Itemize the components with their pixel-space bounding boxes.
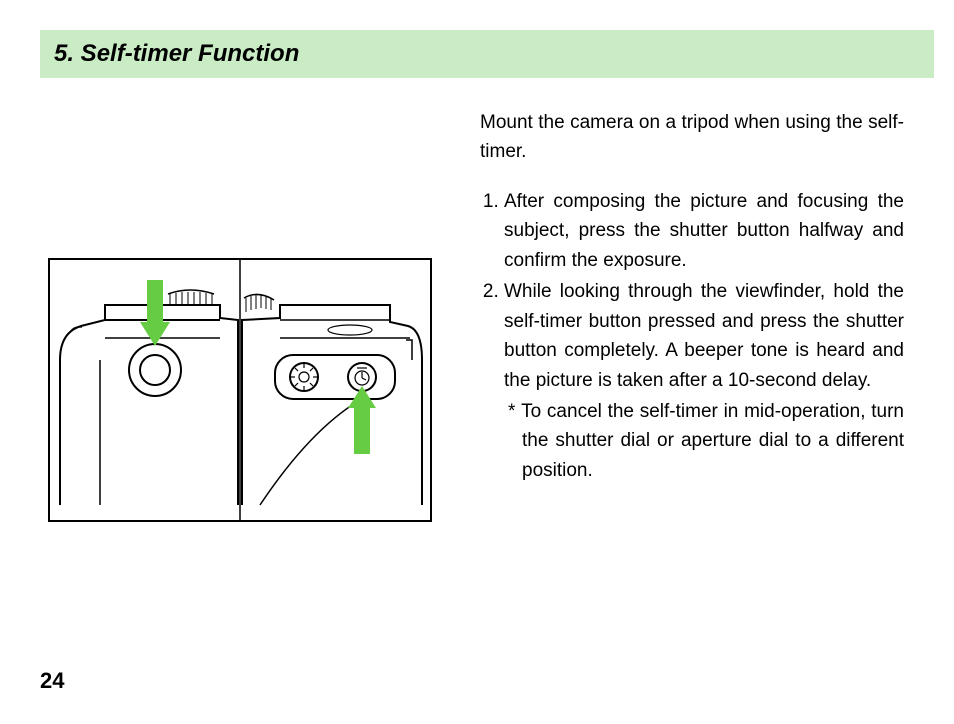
step-item: While looking through the viewfinder, ho… [504, 277, 904, 485]
intro-paragraph: Mount the camera on a tripod when using … [480, 108, 904, 167]
text-column: Mount the camera on a tripod when using … [480, 108, 934, 487]
section-heading-bar: 5. Self-timer Function [40, 30, 934, 78]
step-text: While looking through the viewfinder, ho… [504, 281, 904, 390]
page-number: 24 [40, 668, 64, 694]
camera-top-view-figure [48, 258, 432, 522]
note-text: To cancel the self-timer in mid-operatio… [521, 401, 904, 481]
section-heading: 5. Self-timer Function [54, 40, 920, 68]
camera-diagram-svg [50, 260, 430, 520]
content-row: Mount the camera on a tripod when using … [40, 108, 934, 522]
manual-page: 5. Self-timer Function [0, 0, 954, 724]
cancel-note: * To cancel the self-timer in mid-operat… [504, 397, 904, 485]
note-marker: * [508, 401, 515, 422]
figure-column [40, 108, 440, 522]
step-item: After composing the picture and focusing… [504, 187, 904, 275]
steps-list: After composing the picture and focusing… [480, 187, 904, 485]
shutter-arrow-icon [140, 280, 170, 346]
